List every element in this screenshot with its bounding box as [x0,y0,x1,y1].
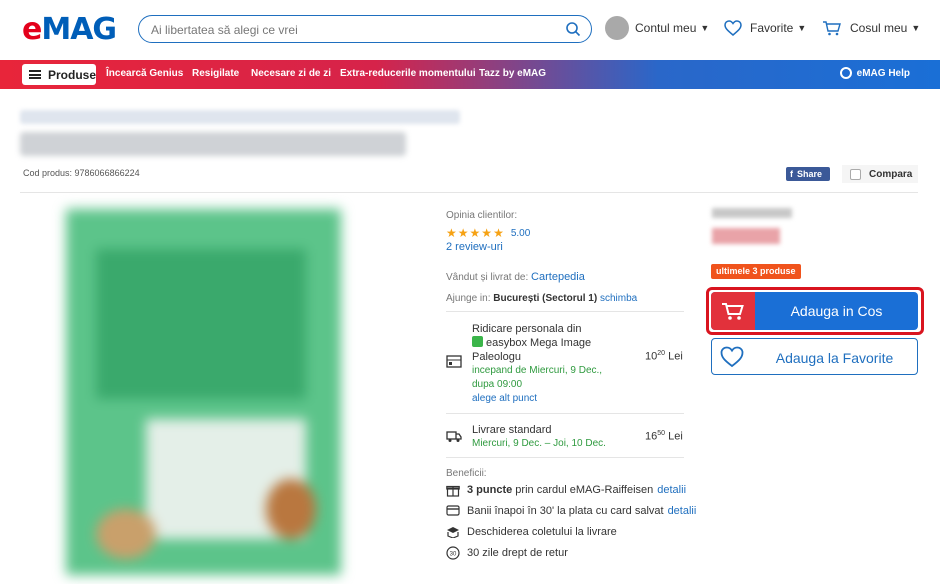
favorites-menu[interactable]: Favorite ▼ [724,14,806,42]
divider [20,192,918,193]
chevron-down-icon: ▼ [797,23,807,33]
add-to-favorites-label: Adauga la Favorite [775,350,894,366]
top-header: eMAG Contul meu ▼ Favorite ▼ Cosul meu ▼ [0,0,940,60]
truck-icon [446,431,462,442]
seller-line: Vândut și livrat de: Cartepedia [446,271,585,283]
add-to-cart-label: Adauga in Cos [790,303,883,319]
account-menu[interactable]: Contul meu ▼ [605,14,709,42]
add-to-favorites-button[interactable]: Adauga la Favorite [711,338,918,375]
product-image[interactable] [66,209,341,575]
help-link[interactable]: eMAG Help [839,67,910,79]
gift-icon [446,483,460,497]
search-input[interactable] [151,21,551,39]
chevron-down-icon: ▼ [700,23,710,33]
location-label: Ajunge in: [446,293,491,304]
compare-button[interactable]: Compara [842,165,918,183]
benefits-label: Beneficii: [446,468,487,479]
search-icon[interactable] [565,21,581,37]
star-icon: ★ [493,226,504,240]
emag-logo[interactable]: eMAG [22,12,117,47]
benefit-return: 30 30 zile drept de retur [446,546,568,560]
easybox-icon [472,336,483,347]
nav-item-genius[interactable]: Încearcă Genius [106,68,183,79]
facebook-icon: f [790,169,793,179]
facebook-share-button[interactable]: f Share [786,167,830,181]
nav-item-necesare[interactable]: Necesare zi de zi [251,68,331,79]
pickup-title: Ridicare personala din [472,323,582,335]
product-code: Cod produs: 9786066866224 [23,168,140,178]
choose-point-link[interactable]: alege alt punct [472,392,602,406]
pickup-price: 1020 Lei [645,350,683,363]
return-30-icon: 30 [446,546,460,560]
share-label: Share [797,169,823,179]
points-details-link[interactable]: detalii [657,484,686,496]
divider [446,311,684,312]
pickup-option: Ridicare personala din easybox Mega Imag… [472,322,602,406]
reviews-link[interactable]: 2 review-uri [446,241,503,253]
current-price [712,228,780,244]
location-value: București (Sectorul 1) [493,293,598,304]
page-title [20,132,406,156]
benefit-refund: Banii înapoi în 30' la plata cu card sal… [446,504,696,518]
breadcrumb [20,110,460,124]
avatar [605,16,629,40]
nav-item-resigilate[interactable]: Resigilate [192,68,239,79]
heart-icon [724,20,742,36]
heart-icon [720,346,744,368]
compare-checkbox[interactable] [850,168,861,180]
star-icon: ★ [469,226,481,240]
stock-badge: ultimele 3 produse [711,264,801,279]
rating-value: 5.00 [510,227,531,239]
pickup-location: easybox Mega Image [472,336,602,350]
box-open-icon [446,525,460,539]
benefit-points: 3 puncte prin cardul eMAG-Raiffeisen deta… [446,483,686,497]
star-icon: ★ [457,226,469,240]
refund-details-link[interactable]: detalii [668,505,697,517]
rating-stars[interactable]: ★ ★ ★ ★ ★ 5.00 [446,226,530,240]
svg-text:30: 30 [450,552,457,558]
add-to-cart-button[interactable]: Adauga in Cos [711,292,918,330]
search-bar [138,15,592,43]
change-location-link[interactable]: schimba [600,293,637,304]
standard-delivery-title: Livrare standard [472,424,552,436]
seller-label: Vândut și livrat de: [446,272,529,283]
favorites-label: Favorite [750,21,794,35]
help-label: eMAG Help [856,67,910,79]
cart-label: Cosul meu [850,21,908,35]
pickup-date: incepand de Miercuri, 9 Dec., [472,365,603,376]
locker-icon [446,355,462,368]
cart-icon [711,292,755,330]
standard-delivery-option: Livrare standard Miercuri, 9 Dec. – Joi,… [472,423,606,451]
headset-icon [839,67,852,79]
star-icon: ★ [481,226,493,240]
nav-item-tazz[interactable]: Tazz by eMAG [479,68,546,79]
menu-icon [29,70,41,79]
products-button[interactable]: Produse [22,64,96,85]
cart-menu[interactable]: Cosul meu ▼ [822,14,920,42]
seller-link[interactable]: Cartepedia [531,271,585,283]
pickup-location-2: Paleologu [472,351,521,363]
location-line: Ajunge in: București (Sectorul 1) schimb… [446,293,637,304]
products-label: Produse [47,67,96,82]
pickup-time: dupa 09:00 [472,379,523,390]
old-price [712,208,792,218]
divider [446,457,684,458]
compare-label: Compara [869,168,913,180]
benefit-open: Deschiderea coletului la livrare [446,525,617,539]
account-label: Contul meu [635,21,697,35]
star-icon: ★ [446,226,457,240]
reviews-label: Opinia clientilor: [446,210,518,221]
cart-icon [823,21,841,36]
standard-delivery-price: 1650 Lei [645,430,683,443]
nav-item-extra[interactable]: Extra-reducerile momentului [340,68,476,79]
chevron-down-icon: ▼ [911,23,921,33]
card-icon [446,504,460,518]
divider [446,413,684,414]
standard-delivery-date: Miercuri, 9 Dec. – Joi, 10 Dec. [472,438,606,449]
main-nav: Produse Încearcă Genius Resigilate Neces… [0,60,940,89]
